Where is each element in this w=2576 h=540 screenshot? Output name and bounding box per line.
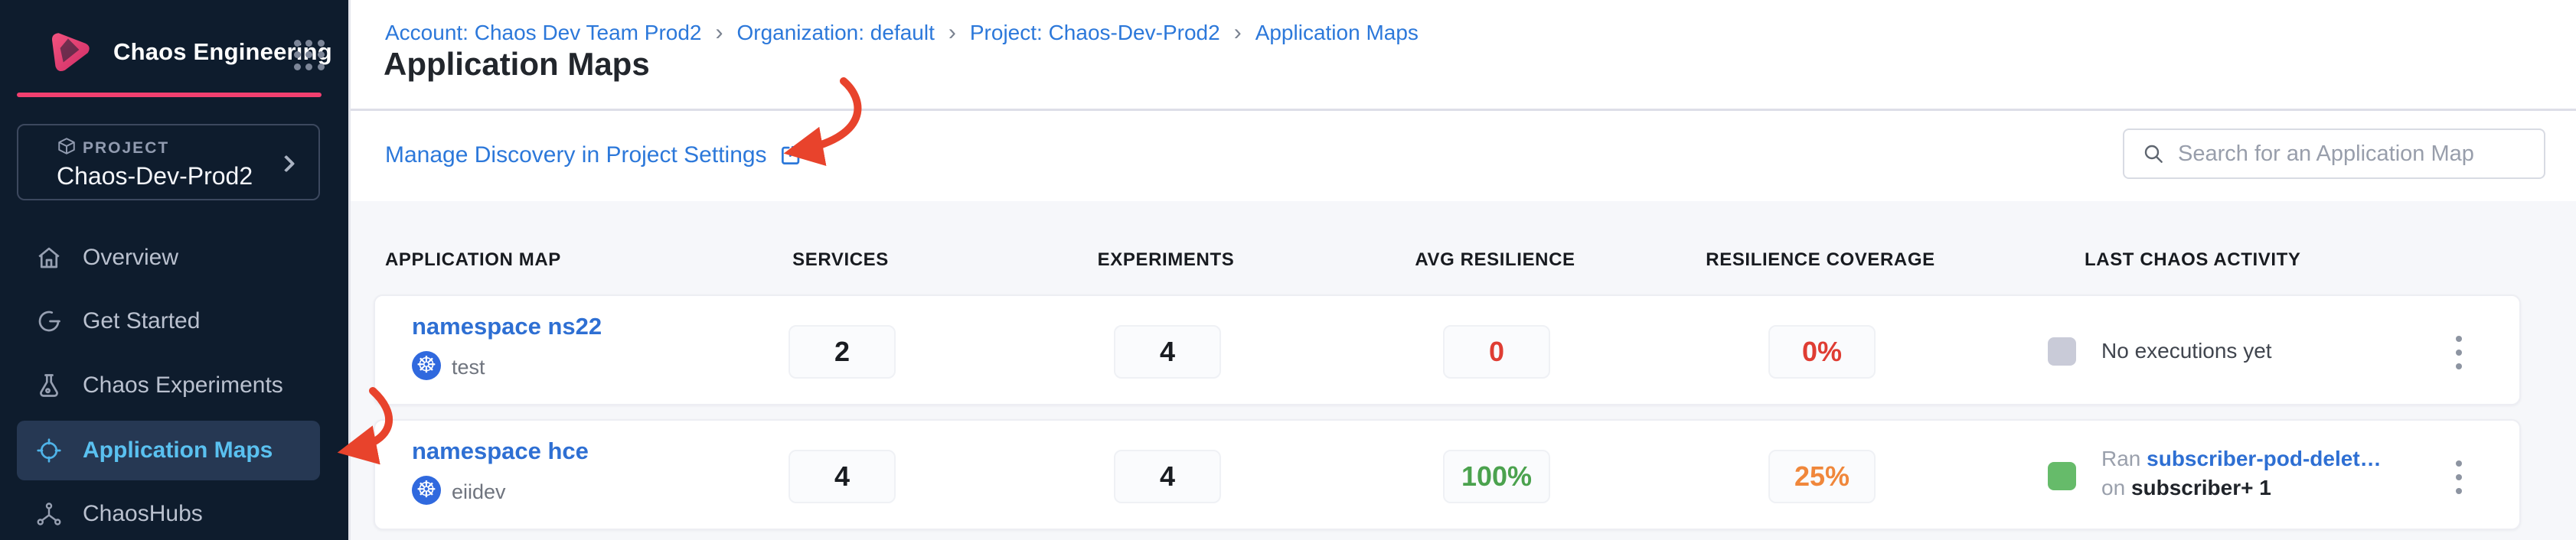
application-map-link[interactable]: namespace ns22 xyxy=(412,313,602,340)
get-started-icon xyxy=(35,307,63,335)
table-row: namespace hce ☸ eiidev 4 4 100% 25% Ran … xyxy=(374,419,2521,530)
home-icon xyxy=(35,244,63,272)
experiments-count: 4 xyxy=(1114,450,1221,503)
sidebar-item-label: ChaosHubs xyxy=(83,501,203,527)
header-divider xyxy=(351,109,2576,111)
on-label: on xyxy=(2101,476,2125,499)
row-menu-kebab-icon[interactable] xyxy=(2442,334,2476,371)
flask-icon xyxy=(35,372,63,399)
breadcrumb: Account: Chaos Dev Team Prod2 › Organiza… xyxy=(385,20,1419,46)
network-icon xyxy=(35,500,63,528)
manage-discovery-link[interactable]: Manage Discovery in Project Settings xyxy=(385,142,804,168)
manage-discovery-label: Manage Discovery in Project Settings xyxy=(385,142,767,168)
sidebar-item-label: Overview xyxy=(83,245,178,271)
sidebar-item-label: Get Started xyxy=(83,308,200,334)
breadcrumb-separator: › xyxy=(715,20,723,46)
application-map-link[interactable]: namespace hce xyxy=(412,438,589,465)
app-switcher-grid-icon[interactable] xyxy=(294,40,325,70)
experiment-link[interactable]: subscriber-pod-delet… xyxy=(2147,447,2381,470)
environment-label: eiidev xyxy=(452,480,506,504)
avg-resilience-value: 0 xyxy=(1443,325,1550,379)
resilience-coverage-value: 25% xyxy=(1768,450,1876,503)
sidebar-item-overview[interactable]: Overview xyxy=(17,234,320,281)
column-header-services: SERVICES xyxy=(792,249,889,271)
activity-target: subscriber+ 1 xyxy=(2131,476,2271,499)
last-chaos-activity: No executions yet xyxy=(2048,296,2400,407)
sidebar: Chaos Engineering PROJECT Chaos-Dev-Prod… xyxy=(0,0,348,540)
resilience-coverage-value: 0% xyxy=(1768,325,1876,379)
column-header-application-map: APPLICATION MAP xyxy=(385,249,561,271)
avg-resilience-value: 100% xyxy=(1443,450,1550,503)
last-chaos-activity: Ran subscriber-pod-delet… on subscriber+… xyxy=(2048,421,2400,532)
brand-accent-bar xyxy=(17,93,322,97)
experiments-count: 4 xyxy=(1114,325,1221,379)
chaos-engineering-logo-icon xyxy=(44,26,95,76)
breadcrumb-separator: › xyxy=(1234,20,1242,46)
breadcrumb-account[interactable]: Account: Chaos Dev Team Prod2 xyxy=(385,21,701,45)
column-header-resilience-coverage: RESILIENCE COVERAGE xyxy=(1706,249,1934,271)
status-chip xyxy=(2048,462,2076,490)
project-name: Chaos-Dev-Prod2 xyxy=(57,162,253,190)
project-cube-icon xyxy=(57,136,77,156)
sidebar-header: Chaos Engineering xyxy=(0,0,348,93)
main-content: Account: Chaos Dev Team Prod2 › Organiza… xyxy=(348,0,2576,540)
environment-label: test xyxy=(452,356,485,379)
sidebar-item-get-started[interactable]: Get Started xyxy=(17,298,320,345)
status-chip xyxy=(2048,337,2076,366)
services-count: 4 xyxy=(788,450,896,503)
breadcrumb-current[interactable]: Application Maps xyxy=(1255,21,1419,45)
ran-label: Ran xyxy=(2101,447,2140,470)
target-icon xyxy=(35,437,63,464)
application-maps-page: Chaos Engineering PROJECT Chaos-Dev-Prod… xyxy=(0,0,2576,540)
external-link-icon xyxy=(778,142,804,168)
breadcrumb-project[interactable]: Project: Chaos-Dev-Prod2 xyxy=(970,21,1220,45)
breadcrumb-organization[interactable]: Organization: default xyxy=(736,21,934,45)
chevron-right-icon xyxy=(278,155,295,173)
sidebar-item-label: Chaos Experiments xyxy=(83,372,283,398)
project-selector[interactable]: PROJECT Chaos-Dev-Prod2 xyxy=(17,124,320,200)
page-title: Application Maps xyxy=(384,46,650,83)
search-icon xyxy=(2141,142,2166,166)
column-header-experiments: EXPERIMENTS xyxy=(1098,249,1235,271)
table-row: namespace ns22 ☸ test 2 4 0 0% No execut… xyxy=(374,294,2521,405)
sidebar-item-label: Application Maps xyxy=(83,438,273,464)
row-menu-kebab-icon[interactable] xyxy=(2442,459,2476,496)
column-header-avg-resilience: AVG RESILIENCE xyxy=(1415,249,1575,271)
kubernetes-icon: ☸ xyxy=(412,476,441,505)
application-maps-table: APPLICATION MAP SERVICES EXPERIMENTS AVG… xyxy=(351,201,2576,540)
kubernetes-icon: ☸ xyxy=(412,351,441,380)
services-count: 2 xyxy=(788,325,896,379)
sidebar-item-chaos-experiments[interactable]: Chaos Experiments xyxy=(17,362,320,409)
sidebar-item-application-maps[interactable]: Application Maps xyxy=(17,421,320,480)
activity-text: No executions yet xyxy=(2101,339,2272,363)
sidebar-item-chaoshubs[interactable]: ChaosHubs xyxy=(17,490,320,538)
column-header-last-chaos-activity: LAST CHAOS ACTIVITY xyxy=(2085,249,2301,271)
project-label: PROJECT xyxy=(83,139,169,158)
search-box xyxy=(2123,128,2545,179)
search-input[interactable] xyxy=(2178,142,2515,167)
breadcrumb-separator: › xyxy=(948,20,956,46)
